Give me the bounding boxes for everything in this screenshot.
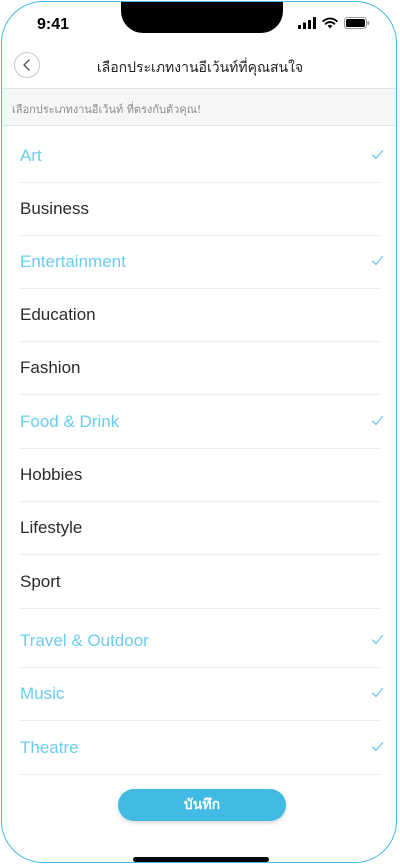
checkmark-icon <box>371 634 384 645</box>
category-label: Fashion <box>20 358 81 377</box>
checkmark-icon <box>371 687 384 698</box>
category-label: Travel & Outdoor <box>20 631 149 650</box>
signal-icon <box>298 17 316 29</box>
status-icons <box>298 17 370 29</box>
battery-icon <box>344 17 370 29</box>
subtitle: เลือกประเภทงานอีเว้นท์ ที่ตรงกับตัวคุณ! <box>2 89 396 125</box>
category-row[interactable]: Lifestyle <box>2 501 396 555</box>
category-row[interactable]: Entertainment <box>2 235 396 289</box>
category-row[interactable]: Fashion <box>2 341 396 395</box>
category-label: Theatre <box>20 738 79 757</box>
category-label: Hobbies <box>20 465 83 484</box>
status-time: 9:41 <box>37 16 70 33</box>
checkmark-icon <box>371 149 384 160</box>
category-label: Art <box>20 146 42 165</box>
category-label: Music <box>20 684 65 703</box>
notch <box>121 2 283 33</box>
subtitle-divider <box>2 125 396 126</box>
category-row[interactable]: Hobbies <box>2 448 396 502</box>
category-label: Food & Drink <box>20 412 120 431</box>
wifi-icon <box>322 17 338 29</box>
checkmark-icon <box>371 415 384 426</box>
category-label: Education <box>20 305 96 324</box>
home-indicator <box>133 857 269 862</box>
checkmark-icon <box>371 741 384 752</box>
category-label: Lifestyle <box>20 518 83 537</box>
row-divider <box>20 608 380 609</box>
category-label: Sport <box>20 572 61 591</box>
phone-frame: 9:41 เลือกประเภทงานอีเว้นท์ที่คุณสนใจ เล… <box>1 1 397 863</box>
category-row[interactable]: Art <box>2 129 396 183</box>
category-row[interactable]: Music <box>2 667 396 721</box>
category-row[interactable]: Travel & Outdoor <box>2 614 396 668</box>
save-button[interactable]: บันทึก <box>118 789 286 821</box>
page-title: เลือกประเภทงานอีเว้นท์ที่คุณสนใจ <box>96 60 304 76</box>
row-divider <box>20 774 380 775</box>
category-label: Business <box>20 199 89 218</box>
category-row[interactable]: Food & Drink <box>2 395 396 449</box>
category-row[interactable]: Business <box>2 182 396 236</box>
category-row[interactable]: Education <box>2 288 396 342</box>
category-row[interactable]: Sport <box>2 555 396 609</box>
navigation-bar: เลือกประเภทงานอีเว้นท์ที่คุณสนใจ <box>2 44 396 88</box>
category-row[interactable]: Theatre <box>2 721 396 775</box>
category-label: Entertainment <box>20 252 126 271</box>
checkmark-icon <box>371 255 384 266</box>
